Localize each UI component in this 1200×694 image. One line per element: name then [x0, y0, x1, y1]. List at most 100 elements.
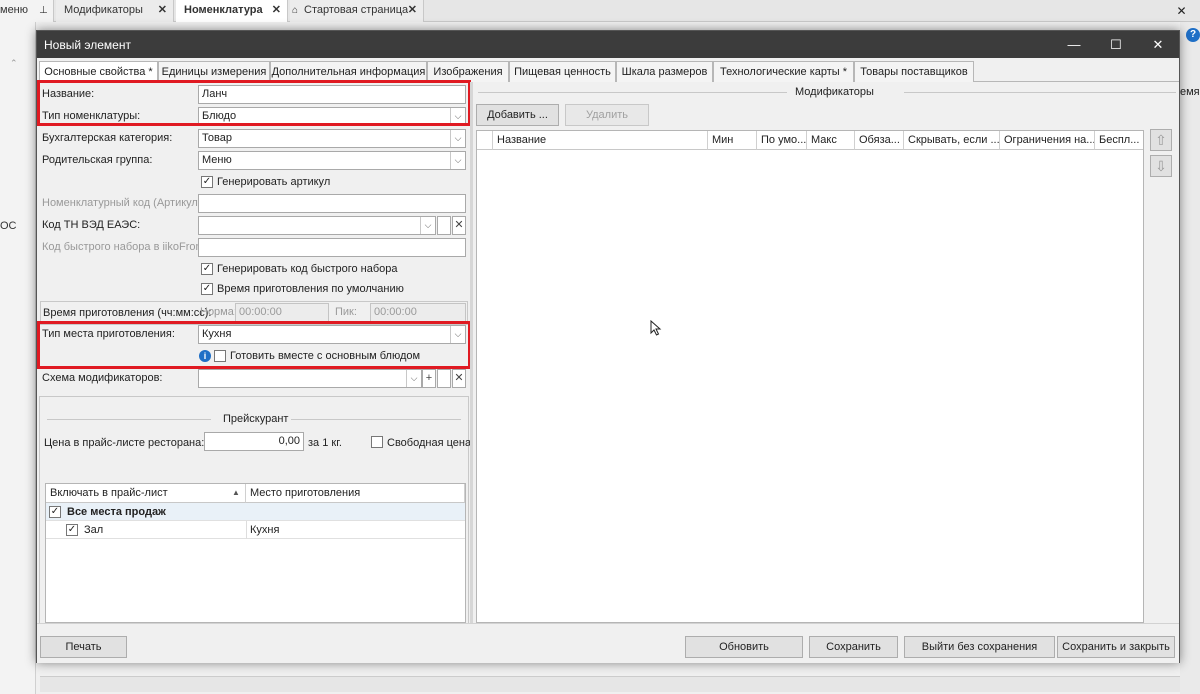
chevron-down-icon[interactable]: ⌵ — [420, 217, 435, 234]
highlight-box-place-type — [37, 321, 471, 369]
column-header[interactable]: Ограничения на... — [1000, 131, 1095, 150]
free-price-checkbox[interactable] — [371, 436, 383, 448]
price-list-table: Включать в прайс-лист ▲ Место приготовле… — [45, 483, 466, 623]
column-header[interactable]: Скрывать, если ... — [904, 131, 1000, 150]
tnved-code-select[interactable]: ⌵ — [198, 216, 436, 235]
minimize-button[interactable]: — — [1051, 31, 1097, 58]
all-places-label: Все места продаж — [67, 506, 166, 518]
all-places-checkbox[interactable]: ✓ — [49, 506, 61, 518]
column-header[interactable]: Название — [493, 131, 708, 150]
menu-fragment[interactable]: меню ⊥ — [0, 0, 54, 22]
new-element-dialog: Новый элемент — ☐ ✕ Основные свойства * … — [36, 30, 1180, 663]
save-button[interactable]: Сохранить — [809, 636, 898, 658]
window-close-icon[interactable]: ✕ — [1163, 0, 1200, 22]
close-icon[interactable]: ✕ — [272, 0, 281, 21]
sort-arrow-icon: ▲ — [232, 488, 240, 497]
column-header[interactable]: Место приготовления — [246, 484, 465, 503]
column-header[interactable]: Мин — [708, 131, 757, 150]
print-button[interactable]: Печать — [40, 636, 127, 658]
tab-label: Модификаторы — [64, 4, 143, 16]
tab-start-page[interactable]: ⌂ Стартовая страница ✕ — [290, 0, 424, 22]
norm-time-field[interactable]: 00:00:00 — [235, 303, 329, 322]
tab-units[interactable]: Единицы измерения — [158, 61, 270, 82]
save-and-close-button[interactable]: Сохранить и закрыть — [1057, 636, 1175, 658]
tab-label: Стартовая страница — [304, 4, 409, 16]
acct-category-select[interactable]: Товар ⌵ — [198, 129, 466, 148]
column-header[interactable]: Беспл... — [1095, 131, 1143, 150]
add-modifier-button[interactable]: Добавить ... — [476, 104, 559, 126]
chevron-down-icon[interactable]: ⌵ — [450, 152, 465, 169]
background-column-fragment: емя г — [1180, 86, 1200, 98]
hall-checkbox[interactable]: ✓ — [66, 524, 78, 536]
modifiers-title-line-right — [904, 92, 1176, 93]
price-title-line-left — [47, 419, 211, 420]
modifier-schema-label: Схема модификаторов: — [42, 372, 163, 384]
delete-modifier-button[interactable]: Удалить — [565, 104, 649, 126]
close-button[interactable]: ✕ — [1135, 31, 1181, 58]
quick-code-field[interactable] — [198, 238, 466, 257]
help-icon[interactable]: ? — [1186, 28, 1200, 42]
generate-article-checkbox[interactable]: ✓ — [201, 176, 213, 188]
price-section-title: Прейскурант — [223, 413, 289, 425]
close-icon[interactable]: ✕ — [158, 0, 167, 21]
column-header[interactable]: Включать в прайс-лист — [46, 484, 246, 503]
splitter[interactable] — [470, 82, 473, 623]
home-icon: ⌂ — [292, 5, 299, 16]
quick-code-label: Код быстрого набора в iikoFront: — [42, 241, 208, 253]
dialog-tab-bar: Основные свойства * Единицы измерения До… — [39, 61, 1179, 83]
tnved-clear-icon[interactable]: ✕ — [452, 216, 466, 235]
tab-nutrition[interactable]: Пищевая ценность — [509, 61, 616, 82]
column-header[interactable]: Макс — [807, 131, 855, 150]
chevron-down-icon[interactable]: ⌵ — [406, 370, 421, 387]
parent-group-select[interactable]: Меню ⌵ — [198, 151, 466, 170]
generate-quick-code-label: Генерировать код быстрого набора — [217, 263, 398, 275]
price-field[interactable]: 0,00 — [204, 432, 304, 451]
dialog-titlebar[interactable]: Новый элемент — ☐ ✕ — [37, 31, 1179, 58]
modifier-schema-select[interactable]: ⌵ — [198, 369, 422, 388]
pin-icon[interactable]: ⊥ — [39, 5, 48, 16]
dialog-title: Новый элемент — [44, 38, 131, 52]
acct-category-label: Бухгалтерская категория: — [42, 132, 173, 144]
modifier-schema-add-icon[interactable]: + — [422, 369, 436, 388]
close-icon[interactable]: ✕ — [408, 0, 417, 21]
dialog-footer: Печать Обновить Сохранить Выйти без сохр… — [37, 623, 1179, 663]
tab-size-scale[interactable]: Шкала размеров — [616, 61, 713, 82]
tab-modifiers[interactable]: Модификаторы ✕ — [56, 0, 174, 22]
update-button[interactable]: Обновить — [685, 636, 803, 658]
modifier-schema-clear-icon[interactable]: ✕ — [452, 369, 466, 388]
tab-nomenclature[interactable]: Номенклатура ✕ — [176, 0, 288, 22]
parent-group-label: Родительская группа: — [42, 154, 153, 166]
move-down-icon[interactable]: ⇩ — [1150, 155, 1172, 177]
collapse-icon[interactable]: ⌃ — [10, 58, 18, 69]
table-row-group[interactable]: ✓ Все места продаж — [46, 503, 465, 521]
exit-without-saving-button[interactable]: Выйти без сохранения — [904, 636, 1055, 658]
background-left-panel: ⌃ ОС — [0, 22, 36, 694]
price-unit-label: за 1 кг. — [308, 437, 342, 449]
peak-time-field[interactable]: 00:00:00 — [370, 303, 466, 322]
tab-tech-cards[interactable]: Технологические карты * — [713, 61, 854, 82]
tab-images[interactable]: Изображения — [427, 61, 509, 82]
default-time-checkbox[interactable]: ✓ — [201, 283, 213, 295]
column-header[interactable]: По умо... — [757, 131, 807, 150]
acct-category-value: Товар — [202, 132, 232, 144]
tab-suppliers[interactable]: Товары поставщиков — [854, 61, 974, 82]
move-up-icon[interactable]: ⇧ — [1150, 129, 1172, 151]
tab-additional-info[interactable]: Дополнительная информация — [270, 61, 427, 82]
hall-label: Зал — [84, 524, 104, 536]
modifier-schema-extra-button[interactable] — [437, 369, 451, 388]
side-text: ОС — [0, 220, 17, 232]
generate-article-label: Генерировать артикул — [217, 176, 331, 188]
article-code-field[interactable] — [198, 194, 466, 213]
modifiers-panel: Модификаторы Добавить ... Удалить Назван… — [474, 82, 1179, 623]
generate-quick-code-checkbox[interactable]: ✓ — [201, 263, 213, 275]
table-row[interactable]: ✓ Зал Кухня — [46, 521, 465, 539]
tnved-code-label: Код ТН ВЭД ЕАЭС: — [42, 219, 141, 231]
peak-label: Пик: — [335, 306, 357, 318]
column-header[interactable]: Обяза... — [855, 131, 904, 150]
background-bottom-scrollbar[interactable] — [40, 676, 1180, 692]
maximize-button[interactable]: ☐ — [1093, 31, 1139, 58]
price-label: Цена в прайс-листе ресторана: — [44, 437, 205, 449]
cell-divider — [246, 521, 247, 539]
tnved-add-button[interactable] — [437, 216, 451, 235]
chevron-down-icon[interactable]: ⌵ — [450, 130, 465, 147]
